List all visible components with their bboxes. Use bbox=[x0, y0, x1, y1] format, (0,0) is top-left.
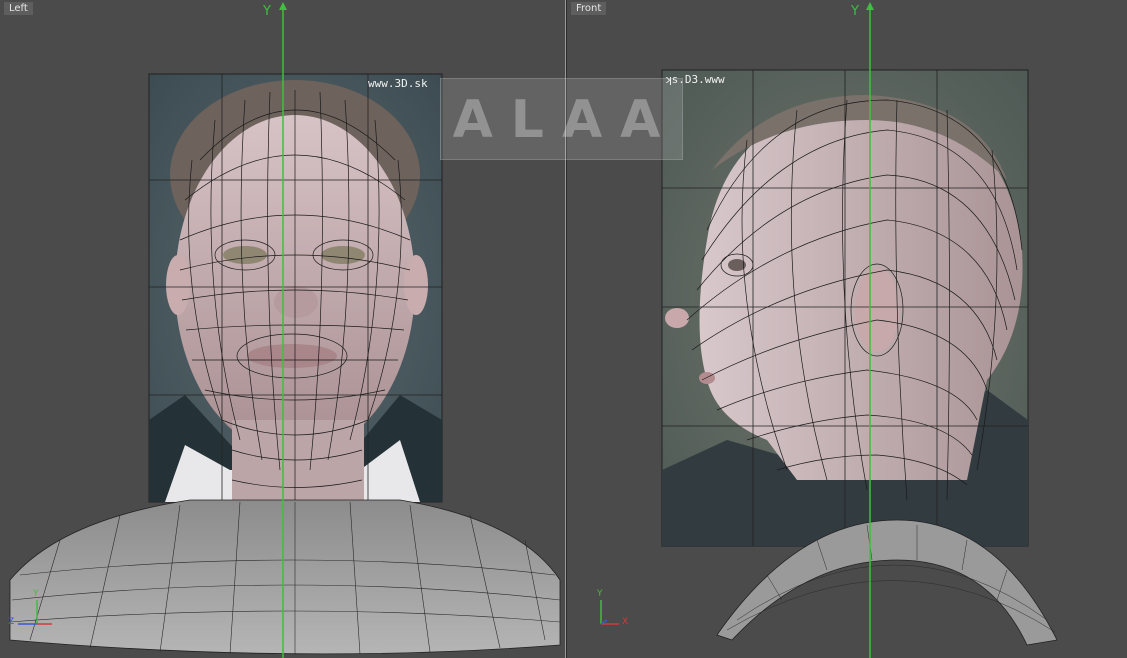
y-axis-label-front: Y bbox=[851, 4, 859, 19]
watermark: ALAA bbox=[440, 78, 683, 160]
gizmo-x-label-front: X bbox=[622, 617, 629, 627]
photo-url-left: www.3D.sk bbox=[368, 77, 428, 90]
y-axis-arrow-front bbox=[866, 2, 874, 10]
axis-gizmo-front bbox=[600, 600, 619, 625]
gizmo-z-label-left: Z bbox=[8, 617, 15, 627]
y-axis-arrow-left bbox=[279, 2, 287, 10]
gizmo-y-label-front: Y bbox=[597, 589, 603, 599]
gizmo-y-label-left: Y bbox=[33, 589, 39, 599]
viewport-label-left[interactable]: Left bbox=[4, 2, 33, 15]
bust-mesh-left bbox=[9, 499, 561, 655]
y-axis-label-left: Y bbox=[263, 4, 271, 19]
viewport-label-front[interactable]: Front bbox=[571, 2, 607, 15]
